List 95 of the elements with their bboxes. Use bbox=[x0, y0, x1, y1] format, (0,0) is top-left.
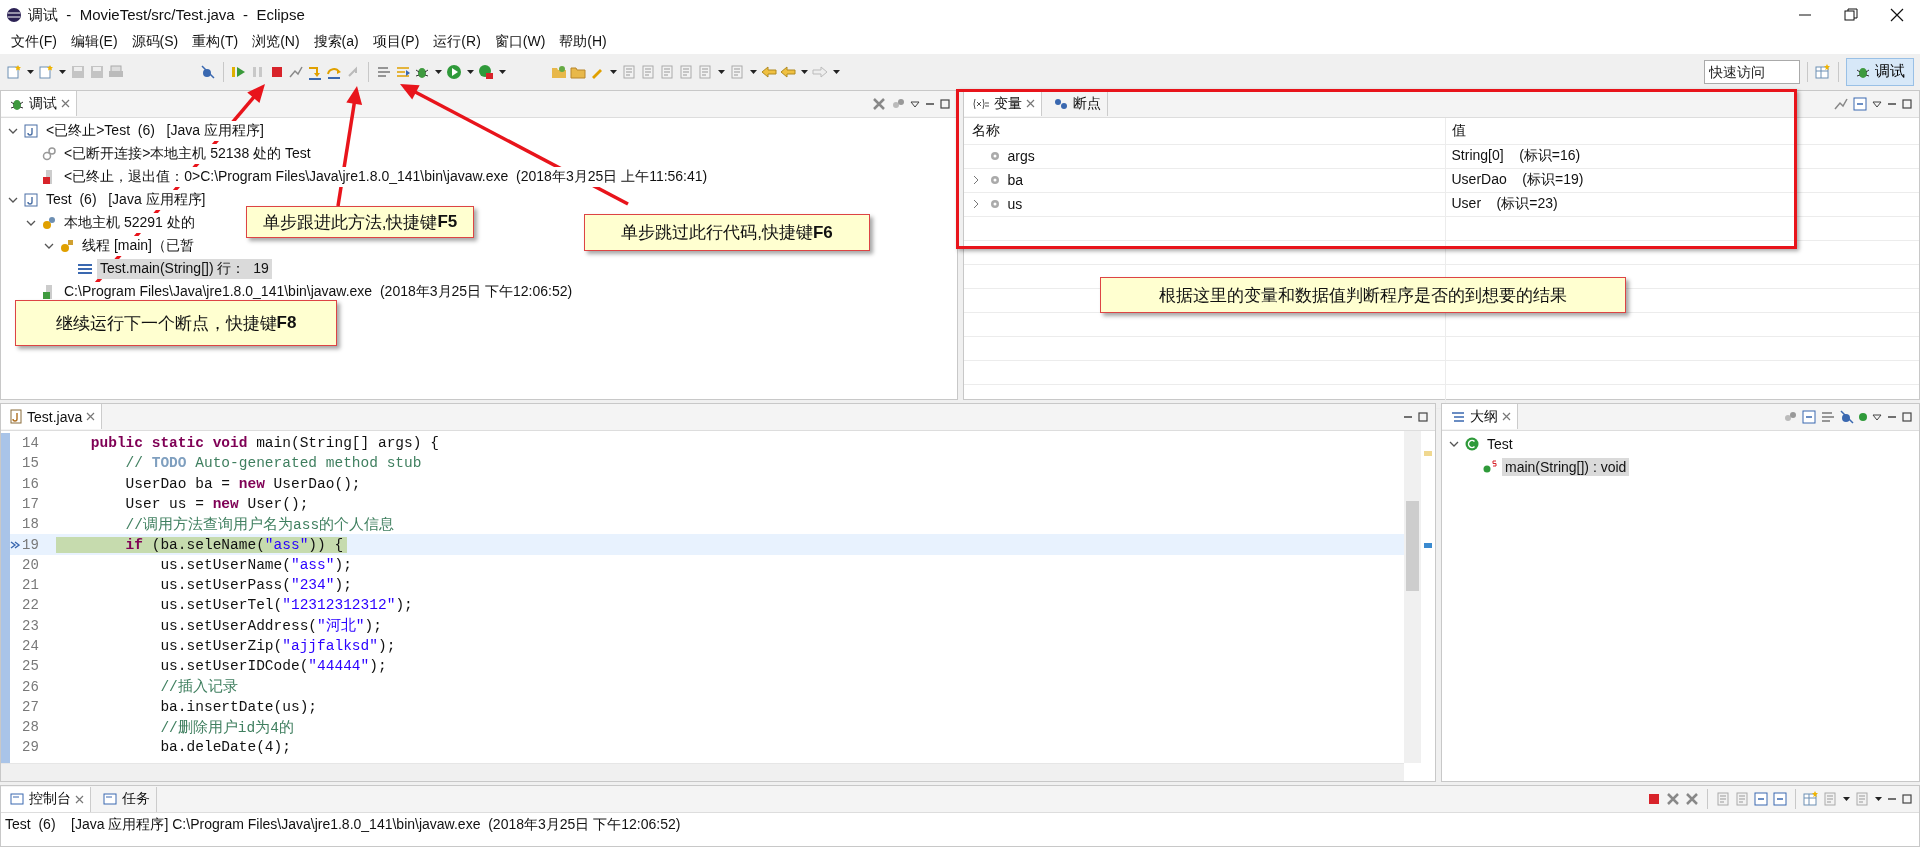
console-icon bbox=[102, 791, 118, 808]
local-variable-icon bbox=[989, 199, 1000, 210]
line-number: 19 bbox=[22, 536, 40, 553]
quick-access-field[interactable]: 快速访问 bbox=[1704, 59, 1800, 84]
app-node-icon bbox=[23, 123, 39, 140]
code-line: us.setUserPass("234"); bbox=[159, 577, 352, 594]
line-number: 21 bbox=[22, 577, 40, 594]
window-title: 调试 - MovieTest/src/Test.java - Eclipse bbox=[28, 5, 305, 25]
column-header[interactable]: 值 bbox=[1445, 117, 1466, 144]
line-number: 28 bbox=[22, 719, 40, 736]
menu-item[interactable]: 重构(T) bbox=[185, 32, 246, 51]
close-icon[interactable] bbox=[1502, 412, 1511, 422]
eclipse-logo-icon bbox=[6, 7, 22, 23]
view-tab[interactable]: 大纲 bbox=[1442, 404, 1518, 430]
line-number: 22 bbox=[22, 597, 40, 614]
menu-item[interactable]: 编辑(E) bbox=[63, 32, 125, 51]
overview-marker[interactable] bbox=[1424, 450, 1432, 456]
annotation-callout: 单步跳过此行代码,快捷键F6 bbox=[584, 214, 870, 251]
line-number: 16 bbox=[22, 475, 40, 492]
close-icon[interactable] bbox=[75, 794, 84, 804]
console-output: Test (6) [Java 应用程序] C:\Program Files\Java\jre1.8.0_141\bin\javaw.exe (2018年3月25日 下午12:06:52) bbox=[4, 815, 682, 835]
local-variable-icon bbox=[989, 175, 1000, 186]
close-icon[interactable] bbox=[61, 99, 70, 109]
code-line: us.setUserIDCode("44444"); bbox=[159, 658, 387, 675]
perspective-button[interactable]: 调试 bbox=[1846, 57, 1914, 86]
line-number: 27 bbox=[22, 698, 40, 715]
tree-item[interactable]: Test.main(String[]) 行： 19 bbox=[97, 259, 272, 280]
code-line: us.setUserTel("12312312312"); bbox=[159, 597, 413, 614]
thread-node-icon bbox=[59, 238, 75, 255]
code-line: us.setUserAddress("河北"); bbox=[159, 616, 382, 636]
menu-item[interactable]: 帮助(H) bbox=[552, 32, 614, 51]
menu-item[interactable]: 浏览(N) bbox=[245, 32, 307, 51]
tree-item[interactable]: main(String[]) : void bbox=[1502, 458, 1630, 477]
app-node-icon bbox=[23, 192, 39, 209]
line-number: 20 bbox=[22, 556, 40, 573]
code-line: User us = new User(); bbox=[124, 495, 309, 512]
line-number: 25 bbox=[22, 658, 40, 675]
overview-marker[interactable] bbox=[1424, 542, 1432, 548]
menu-item[interactable]: 窗口(W) bbox=[487, 32, 553, 51]
view-tab[interactable]: 断点 bbox=[1044, 91, 1108, 117]
code-line: //调用方法查询用户名为ass的个人信息 bbox=[124, 515, 395, 534]
view-tab[interactable]: 变量 bbox=[963, 91, 1042, 117]
variable-name: us bbox=[1007, 196, 1023, 213]
console-icon bbox=[9, 791, 25, 808]
variable-row[interactable]: ba UserDao (标识=19) bbox=[963, 168, 1919, 193]
code-line: UserDao ba = new UserDao(); bbox=[124, 475, 361, 492]
instruction-pointer-icon bbox=[10, 539, 20, 550]
menu-item[interactable]: 搜索(a) bbox=[306, 32, 366, 51]
annotation-callout: 单步跟进此方法,快捷键F5 bbox=[246, 206, 474, 238]
variables-icon bbox=[971, 96, 990, 111]
tree-item[interactable]: <已断开连接>本地主机 52138 处的 Test bbox=[61, 144, 314, 165]
code-line: us.setUserName("ass"); bbox=[159, 556, 352, 573]
column-header[interactable]: 名称 bbox=[963, 117, 1446, 144]
menu-item[interactable]: 项目(P) bbox=[365, 32, 427, 51]
code-line: // TODO Auto-generated method stub bbox=[124, 455, 422, 472]
variable-name: ba bbox=[1007, 172, 1024, 189]
annotation-callout: 继续运行下一个断点，快捷键F8 bbox=[15, 300, 337, 346]
menu-item[interactable]: 源码(S) bbox=[124, 32, 186, 51]
menu-item[interactable]: 运行(R) bbox=[426, 32, 488, 51]
close-icon[interactable] bbox=[1025, 99, 1035, 109]
local-variable-icon bbox=[989, 151, 1000, 162]
code-line: //删除用户id为4的 bbox=[159, 718, 294, 737]
variable-name: args bbox=[1007, 148, 1035, 165]
variable-value: User (标识=23) bbox=[1450, 194, 1558, 214]
variable-value: String[0] (标识=16) bbox=[1450, 146, 1581, 166]
variable-row[interactable]: us User (标识=23) bbox=[963, 192, 1919, 217]
line-number: 23 bbox=[22, 617, 40, 634]
close-icon[interactable] bbox=[86, 412, 96, 422]
view-tab[interactable]: 任务 bbox=[94, 786, 157, 812]
editor-tab[interactable]: Test.java bbox=[1, 404, 103, 430]
line-number: 26 bbox=[22, 678, 40, 695]
line-number: 14 bbox=[22, 435, 40, 451]
view-tab[interactable]: 控制台 bbox=[1, 786, 91, 812]
view-tab[interactable]: 调试 bbox=[1, 91, 77, 117]
code-line: ba.insertDate(us); bbox=[159, 698, 318, 715]
annotation-callout: 根据这里的变量和数据值判断程序是否的到想要的结果 bbox=[1100, 277, 1626, 313]
line-number: 15 bbox=[22, 455, 40, 472]
line-number: 18 bbox=[22, 516, 40, 533]
horizontal-scrollbar[interactable] bbox=[1, 763, 1404, 782]
tree-item[interactable]: 线程 [main]（已暂 bbox=[79, 236, 197, 257]
variable-row[interactable]: args String[0] (标识=16) bbox=[963, 144, 1919, 169]
code-line: public static void main(String[] args) { bbox=[89, 435, 439, 451]
line-number: 17 bbox=[22, 495, 40, 512]
vm-live-node-icon bbox=[41, 215, 57, 232]
code-line: us.setUserZip("ajjfalksd"); bbox=[159, 638, 396, 654]
vm-node-icon bbox=[41, 146, 57, 163]
menu-item[interactable]: 文件(F) bbox=[4, 32, 64, 51]
variable-value: UserDao (标识=19) bbox=[1450, 170, 1584, 190]
class-node-icon bbox=[1464, 436, 1480, 453]
vertical-scrollbar[interactable] bbox=[1404, 430, 1421, 764]
code-line: ba.deleDate(4); bbox=[159, 739, 291, 756]
line-number: 24 bbox=[22, 638, 40, 654]
line-number: 29 bbox=[22, 739, 40, 756]
java-file-icon bbox=[9, 408, 23, 425]
code-line: //插入记录 bbox=[159, 677, 238, 697]
